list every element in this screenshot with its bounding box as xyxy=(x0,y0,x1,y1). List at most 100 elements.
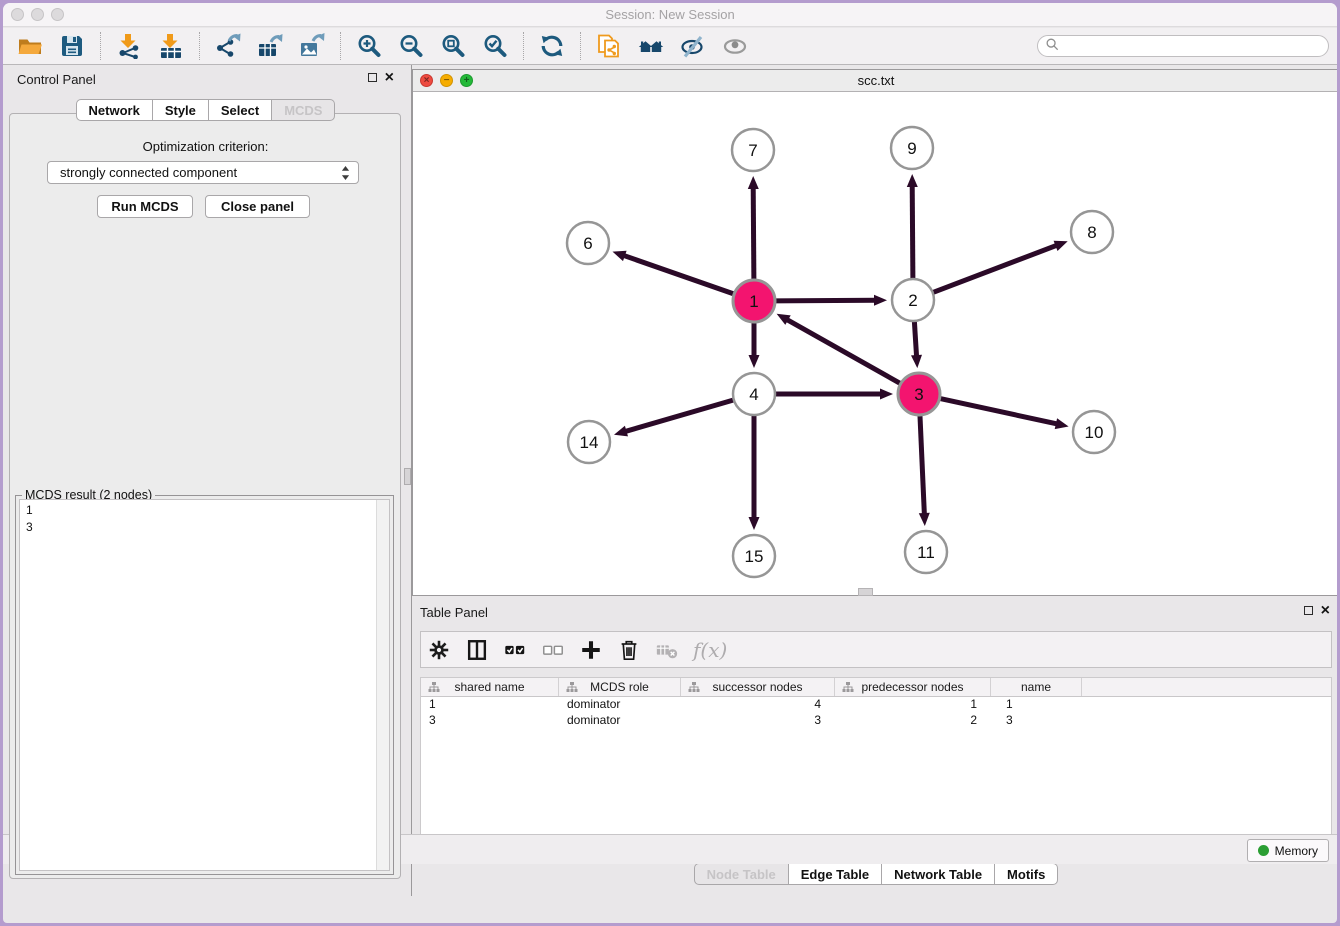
import-table-button[interactable] xyxy=(150,30,192,62)
result-line: 3 xyxy=(26,519,369,536)
hide-graphics-details-button[interactable] xyxy=(672,30,714,62)
open-file-button[interactable] xyxy=(9,30,51,62)
tab-network-table[interactable]: Network Table xyxy=(882,863,995,885)
table-row[interactable]: 3dominator323 xyxy=(421,713,1331,729)
table-cell: dominator xyxy=(559,713,681,729)
close-panel-icon[interactable]: × xyxy=(385,72,394,83)
zoom-out-button[interactable] xyxy=(390,30,432,62)
delete-table-button xyxy=(655,637,679,663)
graph-edge-3-1[interactable] xyxy=(786,319,901,384)
network-window: × − + scc.txt 7968124314101511 xyxy=(412,69,1337,596)
mcds-result-scrollbar[interactable] xyxy=(376,500,389,870)
mcds-result-area[interactable]: 13 xyxy=(19,499,390,871)
toolbar-separator xyxy=(340,32,341,60)
zoom-in-button[interactable] xyxy=(348,30,390,62)
tab-motifs[interactable]: Motifs xyxy=(995,863,1058,885)
result-line: 1 xyxy=(26,502,369,519)
export-network-icon xyxy=(215,33,241,59)
apply-preferred-layout-button[interactable] xyxy=(630,30,672,62)
redraw-network-button[interactable] xyxy=(531,30,573,62)
save-session-button[interactable] xyxy=(51,30,93,62)
save-icon xyxy=(59,33,85,59)
export-image-button[interactable] xyxy=(291,30,333,62)
column-header-name[interactable]: name xyxy=(991,678,1082,696)
deselect-all-button[interactable] xyxy=(541,637,565,663)
control-panel-header: Control Panel × xyxy=(7,70,404,90)
toggle-panel-view-button[interactable] xyxy=(465,637,489,663)
tab-style[interactable]: Style xyxy=(153,99,209,121)
run-mcds-button[interactable]: Run MCDS xyxy=(97,195,193,218)
graph-edge-4-14[interactable] xyxy=(625,400,735,432)
graph-node-label-15: 15 xyxy=(745,547,764,566)
vertical-splitter[interactable] xyxy=(404,65,412,896)
graph-edge-1-7[interactable] xyxy=(753,187,754,281)
search-input[interactable] xyxy=(1060,37,1328,55)
show-graphics-details-button[interactable] xyxy=(714,30,756,62)
memory-button[interactable]: Memory xyxy=(1247,839,1329,862)
graph-edge-3-10[interactable] xyxy=(939,398,1058,424)
table-cell: 3 xyxy=(681,713,835,729)
zoom-selected-button[interactable] xyxy=(474,30,516,62)
delete-columns-button[interactable] xyxy=(617,637,641,663)
toolbar-separator xyxy=(523,32,524,60)
table-panel-header: Table Panel × xyxy=(412,603,1337,623)
graph-node-label-14: 14 xyxy=(580,433,599,452)
criterion-dropdown[interactable]: strongly connected component xyxy=(47,161,359,184)
float-panel-icon[interactable] xyxy=(368,73,377,82)
column-label: name xyxy=(1021,680,1051,694)
tree-icon xyxy=(566,681,578,693)
graph-node-label-3: 3 xyxy=(914,385,923,404)
table-cell: 4 xyxy=(681,697,835,713)
app-title: Session: New Session xyxy=(3,7,1337,22)
vertical-splitter-handle[interactable] xyxy=(404,468,411,485)
table-row[interactable]: 1dominator411 xyxy=(421,697,1331,713)
network-from-selection-button[interactable] xyxy=(588,30,630,62)
close-panel-button[interactable]: Close panel xyxy=(205,195,310,218)
search-icon xyxy=(1045,37,1060,55)
export-table-icon xyxy=(257,33,283,59)
horizontal-splitter-handle[interactable] xyxy=(858,588,873,596)
checkboxes-unchecked-icon xyxy=(541,638,565,662)
tab-network[interactable]: Network xyxy=(76,99,153,121)
graph-arrowhead-3-11 xyxy=(919,513,930,526)
plus-icon xyxy=(579,638,603,662)
tab-mcds[interactable]: MCDS xyxy=(272,99,335,121)
create-column-button[interactable] xyxy=(579,637,603,663)
table-options-button[interactable] xyxy=(427,637,451,663)
table-delete-icon xyxy=(655,638,679,662)
trash-icon xyxy=(617,638,641,662)
graph-edge-2-8[interactable] xyxy=(932,245,1058,293)
mcds-result-box: MCDS result (2 nodes) 13 xyxy=(15,495,394,875)
import-network-button[interactable] xyxy=(108,30,150,62)
network-canvas[interactable]: 7968124314101511 xyxy=(413,92,1337,595)
search-field[interactable] xyxy=(1037,35,1329,57)
graph-node-label-8: 8 xyxy=(1087,223,1096,242)
tab-select[interactable]: Select xyxy=(209,99,272,121)
control-panel: Control Panel × NetworkStyleSelectMCDS O… xyxy=(7,65,404,883)
column-header-successor-nodes[interactable]: successor nodes xyxy=(681,678,835,696)
refresh-icon xyxy=(539,33,565,59)
select-all-button[interactable] xyxy=(503,637,527,663)
network-window-titlebar: × − + scc.txt xyxy=(413,70,1337,92)
graph-edge-1-2[interactable] xyxy=(774,300,876,301)
split-view-icon xyxy=(465,638,489,662)
graph-edge-2-9[interactable] xyxy=(912,185,913,280)
tab-edge-table[interactable]: Edge Table xyxy=(789,863,882,885)
float-table-panel-icon[interactable] xyxy=(1304,606,1313,615)
zoom-fit-button[interactable] xyxy=(432,30,474,62)
graph-arrowhead-2-3 xyxy=(911,355,922,368)
column-header-mcds-role[interactable]: MCDS role xyxy=(559,678,681,696)
column-label: MCDS role xyxy=(590,680,649,694)
graph-edge-1-6[interactable] xyxy=(623,255,735,294)
table-cell: dominator xyxy=(559,697,681,713)
export-table-button[interactable] xyxy=(249,30,291,62)
network-graph[interactable]: 7968124314101511 xyxy=(413,92,1337,595)
graph-edge-3-11[interactable] xyxy=(920,414,925,515)
graph-edge-2-3[interactable] xyxy=(914,320,916,357)
close-table-panel-icon[interactable]: × xyxy=(1321,605,1330,616)
export-network-button[interactable] xyxy=(207,30,249,62)
tab-node-table[interactable]: Node Table xyxy=(694,863,789,885)
column-header-predecessor-nodes[interactable]: predecessor nodes xyxy=(835,678,991,696)
memory-label: Memory xyxy=(1275,844,1318,858)
column-header-shared-name[interactable]: shared name xyxy=(421,678,559,696)
